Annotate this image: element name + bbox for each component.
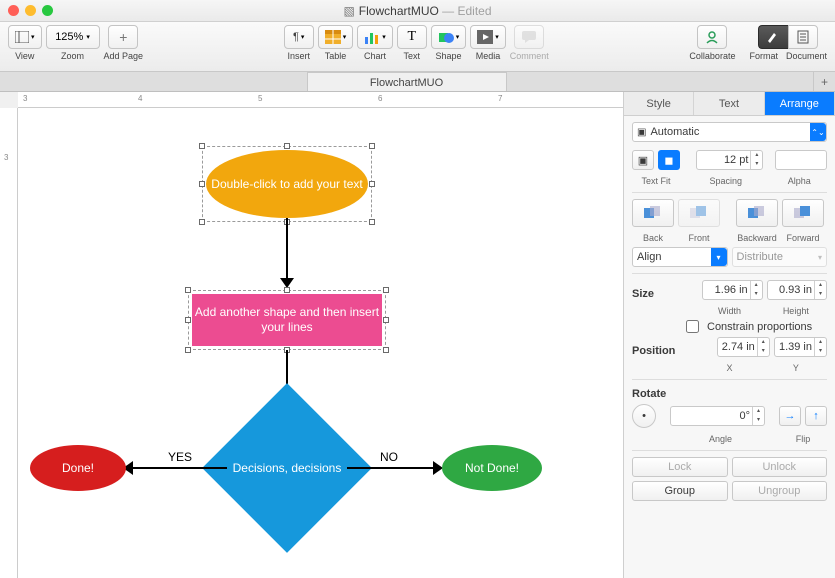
process-shape[interactable]: Add another shape and then insert your l… [192, 294, 382, 346]
front-label: Front [678, 233, 720, 243]
text-wrap-select[interactable]: ▣Automatic ⌃⌄ [632, 122, 827, 142]
distribute-select[interactable]: Distribute▾ [732, 247, 828, 267]
ungroup-button[interactable]: Ungroup [732, 481, 828, 501]
media-button[interactable]: ▾ [470, 25, 506, 49]
add-page-label: Add Page [104, 51, 144, 61]
start-shape[interactable]: Double-click to add your text [206, 150, 368, 218]
decision-shape[interactable]: Decisions, decisions [227, 408, 347, 528]
rotate-heading: Rotate [632, 388, 827, 400]
lock-button[interactable]: Lock [632, 457, 728, 477]
y-field[interactable]: 1.39 in▴▾ [774, 337, 827, 357]
constrain-label: Constrain proportions [707, 321, 812, 333]
document-button[interactable] [788, 25, 818, 49]
rotate-dial[interactable]: • [632, 404, 656, 428]
comment-label: Comment [510, 51, 549, 61]
comment-button[interactable] [514, 25, 544, 49]
size-heading: Size [632, 288, 654, 300]
back-label: Back [632, 233, 674, 243]
chevron-updown-icon: ⌃⌄ [810, 123, 826, 141]
send-backward-button[interactable] [736, 199, 778, 227]
height-label: Height [765, 306, 827, 316]
connector[interactable] [286, 218, 288, 280]
zoom-window-button[interactable] [42, 5, 53, 16]
x-label: X [698, 363, 760, 373]
text-button[interactable]: T [397, 25, 427, 49]
backward-label: Backward [736, 233, 778, 243]
document-tab[interactable]: FlowchartMUO [307, 72, 507, 91]
flip-horizontal-button[interactable]: → [779, 406, 801, 426]
alpha-label: Alpha [771, 176, 827, 186]
table-label: Table [325, 51, 347, 61]
flip-label: Flip [779, 434, 827, 444]
window-title: ▧FlowchartMUO — Edited [343, 4, 491, 18]
yes-label: YES [168, 450, 192, 464]
angle-field[interactable]: 0°▴▾ [670, 406, 765, 426]
chevron-down-icon: ▾ [711, 248, 727, 266]
tab-style[interactable]: Style [624, 92, 694, 115]
position-heading: Position [632, 345, 675, 357]
width-field[interactable]: 1.96 in▴▾ [702, 280, 762, 300]
spacing-field[interactable]: 12 pt▴▾ [696, 150, 763, 170]
document-label: Document [786, 51, 827, 61]
textfit-outside-button[interactable]: ◼ [658, 150, 680, 170]
constrain-checkbox[interactable] [686, 320, 699, 333]
done-shape[interactable]: Done! [30, 445, 126, 491]
format-label: Format [749, 51, 778, 61]
ruler-vertical: 3 [0, 108, 18, 578]
y-label: Y [765, 363, 827, 373]
zoom-select[interactable]: 125%▾ [46, 25, 100, 49]
inspector-tabs: Style Text Arrange [624, 92, 835, 116]
textfit-label: Text Fit [632, 176, 680, 186]
close-window-button[interactable] [8, 5, 19, 16]
send-back-button[interactable] [632, 199, 674, 227]
canvas[interactable]: Double-click to add your text Add anothe… [18, 108, 623, 578]
unlock-button[interactable]: Unlock [732, 457, 828, 477]
connector[interactable] [131, 467, 227, 469]
alpha-field[interactable] [775, 150, 827, 170]
connector[interactable] [347, 467, 435, 469]
add-tab-button[interactable]: + [813, 72, 835, 91]
angle-label: Angle [666, 434, 775, 444]
add-page-button[interactable]: + [108, 25, 138, 49]
flip-vertical-button[interactable]: ↑ [805, 406, 827, 426]
height-field[interactable]: 0.93 in▴▾ [767, 280, 827, 300]
textfit-inside-button[interactable]: ▣ [632, 150, 654, 170]
chart-label: Chart [364, 51, 386, 61]
insert-label: Insert [287, 51, 310, 61]
forward-label: Forward [782, 233, 824, 243]
zoom-label: Zoom [61, 51, 84, 61]
group-button[interactable]: Group [632, 481, 728, 501]
spacing-label: Spacing [684, 176, 767, 186]
bring-front-button[interactable] [678, 199, 720, 227]
x-field[interactable]: 2.74 in▴▾ [717, 337, 770, 357]
format-button[interactable] [758, 25, 788, 49]
inspector-panel: Style Text Arrange ▣Automatic ⌃⌄ ▣ ◼ 12 … [623, 92, 835, 578]
tab-arrange[interactable]: Arrange [765, 92, 835, 115]
window-controls [8, 5, 53, 16]
bring-forward-button[interactable] [782, 199, 824, 227]
chart-button[interactable]: ▾ [357, 25, 393, 49]
canvas-wrap: 3 4 5 6 7 3 Double-click to add your tex… [0, 92, 623, 578]
view-button[interactable]: ▾ [8, 25, 42, 49]
document-tab-bar: FlowchartMUO + [0, 72, 835, 92]
no-label: NO [380, 450, 398, 464]
shape-button[interactable]: ▾ [431, 25, 467, 49]
align-select[interactable]: Align▾ [632, 247, 728, 267]
insert-button[interactable]: ¶▾ [284, 25, 314, 49]
tab-text[interactable]: Text [694, 92, 764, 115]
media-label: Media [476, 51, 501, 61]
width-label: Width [698, 306, 760, 316]
notdone-shape[interactable]: Not Done! [442, 445, 542, 491]
table-button[interactable]: ▾ [318, 25, 354, 49]
toolbar: ▾ View 125%▾ Zoom + Add Page ¶▾ Insert ▾… [0, 22, 835, 72]
collaborate-button[interactable] [697, 25, 727, 49]
view-label: View [15, 51, 34, 61]
shape-label: Shape [435, 51, 461, 61]
text-label: Text [403, 51, 420, 61]
collaborate-label: Collaborate [689, 51, 735, 61]
minimize-window-button[interactable] [25, 5, 36, 16]
ruler-horizontal: 3 4 5 6 7 [18, 92, 623, 108]
titlebar: ▧FlowchartMUO — Edited [0, 0, 835, 22]
